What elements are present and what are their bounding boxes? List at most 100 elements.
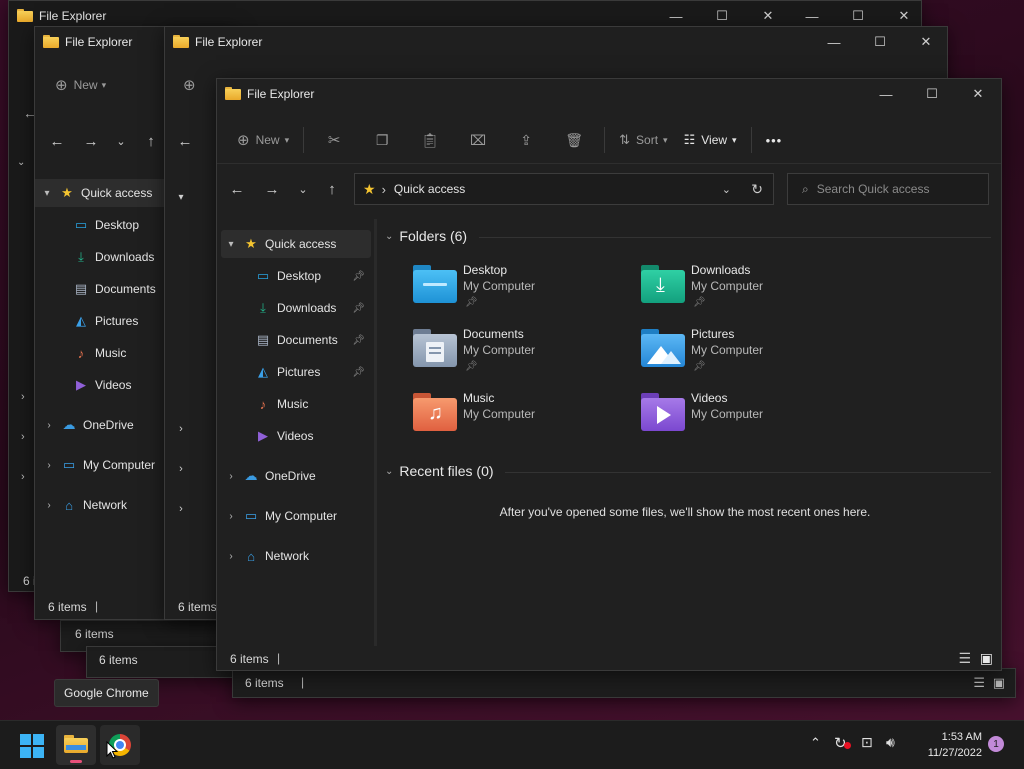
chevron-right-icon[interactable]: › [21,471,25,483]
navigation-pane: ▾ ★ Quick access ▭ Desktop 📌︎ ⤓ Downloads 📌︎… [217,225,375,646]
nav-item-network[interactable]: › ⌂ Network [43,491,127,519]
minimize-icon[interactable]: — [811,27,857,57]
back-icon[interactable]: ← [171,123,199,159]
file-explorer-window[interactable]: File Explorer — ☐ ✕ ⊕ New ▾ ✂ ❐ 📋︎ ⌧ ⇪ 🗑… [216,78,1002,671]
nav-item-quick-access[interactable]: ▾ ★ Quick access [41,179,152,207]
cloud-icon: ☁ [244,468,258,483]
plus-icon: ⊕ [237,132,250,149]
folder-tile-downloads[interactable]: ⤓ Downloads My Computer 📌︎ [641,263,851,319]
sync-icon[interactable]: ↻ [834,734,851,752]
new-label: New [255,133,280,147]
close-icon[interactable]: ✕ [903,27,947,57]
cut-button[interactable]: ✂ [310,124,358,156]
nav-item-my-computer[interactable]: › ▭ My Computer [43,451,155,479]
details-view-icon[interactable]: ☰ [973,675,985,691]
status-separator: | [301,675,305,689]
documents-folder-icon [413,329,457,367]
details-view-icon[interactable]: ☰ [958,650,971,667]
folder-tile-desktop[interactable]: Desktop My Computer 📌︎ [413,263,623,319]
recent-files-section-header[interactable]: ⌄ Recent files (0) [385,463,494,479]
nav-item-my-computer[interactable]: › ▭ My Computer [225,502,337,530]
back-icon[interactable]: ← [43,123,71,159]
chevron-down-icon[interactable]: ⌄ [722,183,731,196]
refresh-icon[interactable]: ↻ [751,181,763,198]
nav-item-desktop[interactable]: ▭ Desktop [73,211,139,239]
nav-item-documents[interactable]: ▤ Documents [73,275,156,303]
nav-item-documents[interactable]: ▤ Documents 📌︎ [255,326,373,354]
tiles-view-icon[interactable]: ▣ [993,675,1005,691]
chevron-right-icon[interactable]: › [167,451,195,487]
new-button[interactable]: ⊕ [175,69,204,101]
window-title: File Explorer [195,35,263,49]
share-button[interactable]: ⇪ [502,124,550,156]
downloads-folder-icon: ⤓ [641,265,685,303]
nav-item-music[interactable]: ♪ Music [73,339,127,367]
background-window-1[interactable]: 6 items | ☰ ▣ [232,668,1016,698]
up-icon[interactable]: ↑ [137,123,165,159]
tiles-view-icon[interactable]: ▣ [980,650,993,667]
forward-icon[interactable]: → [77,123,105,159]
maximize-icon[interactable]: ☐ [857,27,903,57]
paste-button[interactable]: 📋︎ [406,124,454,156]
folder-tile-documents[interactable]: Documents My Computer 📌︎ [413,327,623,383]
folder-tile-music[interactable]: ♫ Music My Computer [413,391,623,447]
nav-item-desktop[interactable]: ▭ Desktop 📌︎ [255,262,373,290]
copy-button[interactable]: ❐ [358,124,406,156]
sort-button[interactable]: ⇅ Sort ▾ [611,124,675,156]
plus-icon: ⊕ [183,77,196,94]
nav-item-downloads[interactable]: ⤓ Downloads [73,243,154,271]
minimize-button[interactable]: — [863,79,909,109]
back-button[interactable]: ← [223,171,251,207]
breadcrumb-quick-access[interactable]: Quick access [394,182,465,196]
pane-splitter[interactable] [374,219,377,646]
view-button[interactable]: ☷ View ▾ [676,124,745,156]
taskbar-file-explorer[interactable] [56,725,96,765]
new-button[interactable]: ⊕ New ▾ [229,124,297,156]
computer-icon: ▭ [62,457,76,472]
pictures-folder-icon [641,329,685,367]
show-hidden-icons-icon[interactable]: ⌃ [810,735,821,751]
chevron-down-icon[interactable]: ⌄ [17,157,25,168]
folder-tile-pictures[interactable]: Pictures My Computer 📌︎ [641,327,851,383]
pin-icon: 📌︎ [465,361,478,372]
nav-item-onedrive[interactable]: › ☁ OneDrive [43,411,133,439]
folder-tile-videos[interactable]: Videos My Computer [641,391,851,447]
clock[interactable]: 1:53 AM 11/27/2022 [912,729,982,761]
nav-item-videos[interactable]: ▶ Videos [255,422,313,450]
up-button[interactable]: ↑ [318,171,346,207]
taskbar-tooltip: Google Chrome [54,679,159,707]
forward-button[interactable]: → [258,171,286,207]
folders-section-header[interactable]: ⌄ Folders (6) [385,228,467,244]
chevron-right-icon[interactable]: › [167,411,195,447]
chevron-right-icon[interactable]: › [167,491,195,527]
chevron-down-icon: ▾ [732,134,737,145]
desktop-icon: ▭ [74,217,88,232]
recent-locations-button[interactable]: ⌄ [289,171,317,207]
chevron-right-icon[interactable]: › [21,391,25,403]
volume-icon[interactable]: 🔊︎ [886,734,895,751]
nav-item-network[interactable]: › ⌂ Network [225,542,309,570]
recent-locations-icon[interactable]: ⌄ [107,123,135,159]
close-button[interactable]: ✕ [955,79,1001,109]
address-bar[interactable]: ★ › Quick access ⌄ ↻ [354,173,774,205]
network-icon[interactable]: ⊡ [861,734,873,751]
breadcrumb-separator-icon: › [381,181,386,197]
nav-item-quick-access[interactable]: ▾ ★ Quick access [225,230,336,258]
rename-button[interactable]: ⌧ [454,124,502,156]
nav-item-pictures[interactable]: ◭ Pictures [73,307,138,335]
maximize-button[interactable]: ☐ [909,79,955,109]
nav-item-onedrive[interactable]: › ☁ OneDrive [225,462,315,490]
nav-item-downloads[interactable]: ⤓ Downloads 📌︎ [255,294,373,322]
more-options-button[interactable]: ••• [758,124,791,156]
chevron-right-icon[interactable]: › [21,431,25,443]
new-button[interactable]: ⊕ New ▾ [47,69,114,101]
search-input[interactable]: ⌕ Search Quick access [787,173,989,205]
nav-item-videos[interactable]: ▶ Videos [73,371,131,399]
nav-item-pictures[interactable]: ◭ Pictures 📌︎ [255,358,373,386]
nav-item-music[interactable]: ♪ Music [255,390,309,418]
delete-button[interactable]: 🗑︎ [550,124,598,156]
notification-badge[interactable]: 1 [988,736,1004,752]
pin-icon: 📌︎ [352,302,365,314]
start-icon[interactable] [20,734,44,758]
chevron-down-icon[interactable]: ▾ [167,179,195,215]
